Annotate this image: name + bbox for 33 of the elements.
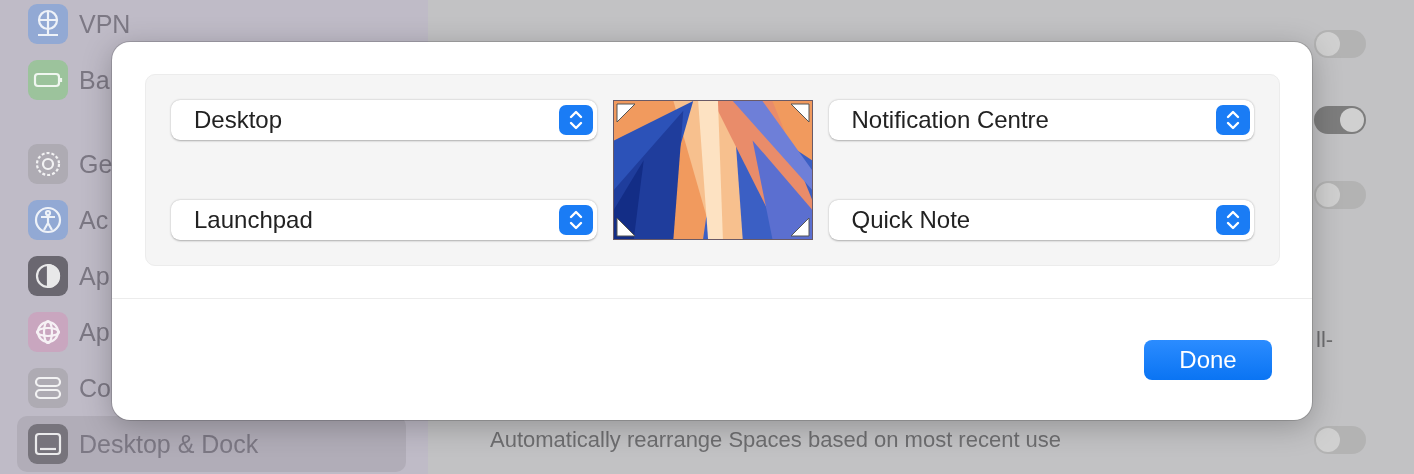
corner-icon [615, 217, 636, 237]
sidebar-item[interactable]: Co [17, 360, 115, 416]
sidebar-label: Ac [79, 205, 109, 235]
stepper-arrows-icon [1216, 105, 1250, 135]
toggle-switch[interactable] [1314, 181, 1366, 209]
sidebar-label: Ap [79, 261, 110, 291]
toggle-switch[interactable] [1314, 106, 1366, 134]
setting-label: ll- [1316, 327, 1334, 353]
corner-icon [789, 217, 810, 237]
corner-dropdown[interactable]: Quick Note [828, 200, 1254, 240]
corner-dropdown[interactable]: Notification Centre [828, 100, 1254, 140]
corner-dropdown[interactable]: Desktop [171, 100, 597, 140]
sidebar-label: Co [79, 373, 111, 403]
sidebar-item[interactable]: Ge [17, 136, 117, 192]
setting-label: Automatically rearrange Spaces based on most recent use [490, 427, 1062, 453]
corner-icon [789, 103, 810, 123]
sidebar-item[interactable]: Ap [17, 248, 114, 304]
corner-icon [615, 103, 636, 123]
corner-dropdown[interactable]: Launchpad [171, 200, 597, 240]
sidebar-label: Ba [79, 65, 110, 95]
stepper-arrows-icon [1216, 205, 1250, 235]
sidebar-label: Ap [79, 317, 110, 347]
stepper-arrows-icon [558, 105, 593, 135]
sidebar-label: VPN [79, 9, 131, 39]
stepper-arrows-icon [558, 205, 593, 235]
toggle-switch[interactable] [1314, 426, 1366, 454]
sidebar-item[interactable]: Ba [17, 52, 114, 108]
sidebar-item[interactable]: Ap [17, 304, 114, 360]
toggle-switch[interactable] [1314, 30, 1366, 58]
sidebar-item[interactable]: Ac [17, 192, 113, 248]
sidebar-item[interactable]: VPN [17, 0, 135, 52]
sidebar-label: Ge [79, 149, 113, 179]
done-button[interactable]: Done [1144, 340, 1272, 380]
